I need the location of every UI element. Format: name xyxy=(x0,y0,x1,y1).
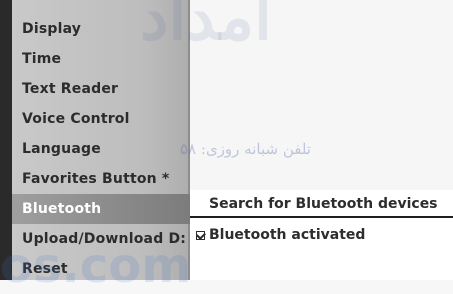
menu-item-time[interactable]: Time xyxy=(12,44,200,74)
menu-item-label: Voice Control xyxy=(22,111,130,127)
menu-item-label: Display xyxy=(22,21,82,37)
checkbox-checked-icon[interactable] xyxy=(196,230,205,240)
search-bluetooth-devices-item[interactable]: Search for Bluetooth devices xyxy=(190,192,453,218)
menu-item-label: Language xyxy=(22,141,101,157)
menu-item-language[interactable]: Language xyxy=(12,134,200,164)
menu-item-label: Upload/Download D: xyxy=(22,231,187,247)
bluetooth-submenu: Search for Bluetooth devices Bluetooth a… xyxy=(190,190,453,280)
menu-item-favorites-button[interactable]: Favorites Button * xyxy=(12,164,200,194)
bluetooth-activated-toggle[interactable]: Bluetooth activated xyxy=(190,222,453,248)
menu-item-label: Time xyxy=(22,51,62,67)
menu-item-voice-control[interactable]: Voice Control xyxy=(12,104,200,134)
menu-item-display[interactable]: Display xyxy=(12,14,200,44)
menu-item-label: Favorites Button * xyxy=(22,171,170,187)
menu-item-label: Text Reader xyxy=(22,81,119,97)
settings-menu: Display Time Text Reader Voice Control L… xyxy=(12,0,200,280)
screen: Display Time Text Reader Voice Control L… xyxy=(0,0,453,294)
bluetooth-activated-label: Bluetooth activated xyxy=(209,227,366,243)
menu-item-label: Bluetooth xyxy=(22,201,102,217)
menu-item-text-reader[interactable]: Text Reader xyxy=(12,74,200,104)
menu-item-label: Reset xyxy=(22,261,68,277)
menu-item-bluetooth[interactable]: Bluetooth xyxy=(12,194,200,224)
search-bluetooth-devices-label: Search for Bluetooth devices xyxy=(209,196,438,212)
left-frame-strip xyxy=(0,0,12,280)
menu-item-upload-download[interactable]: Upload/Download D: xyxy=(12,224,200,254)
